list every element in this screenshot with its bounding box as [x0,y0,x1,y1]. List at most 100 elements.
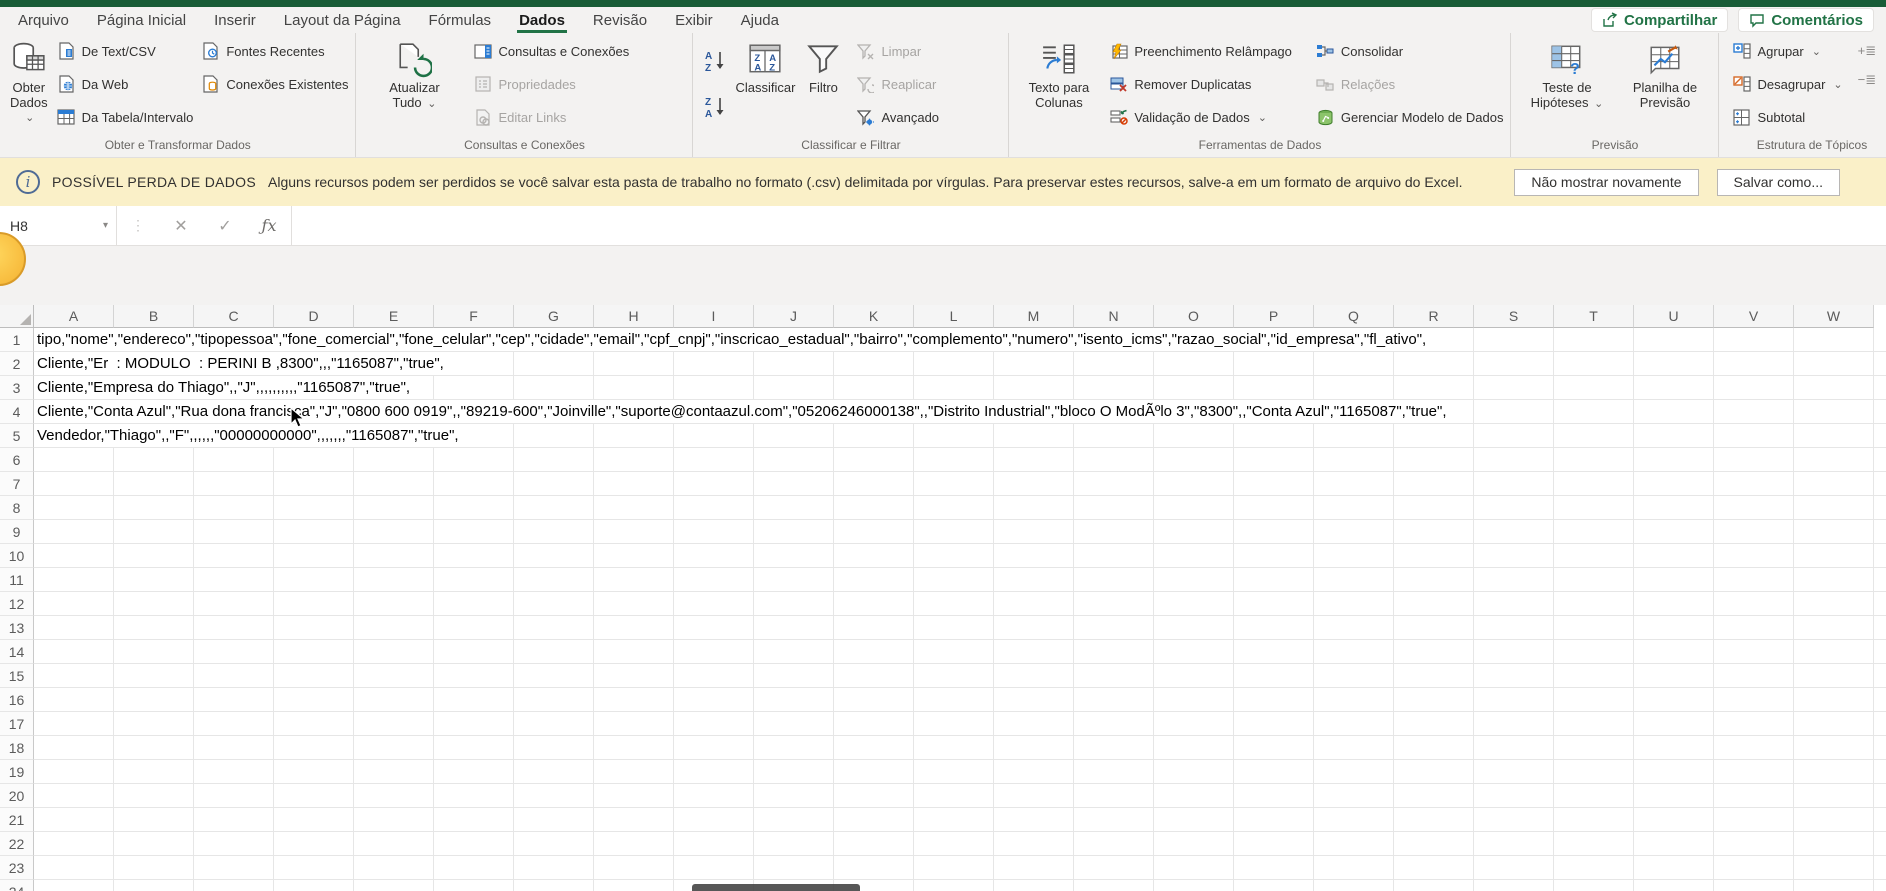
column-header-D[interactable]: D [274,305,354,328]
show-detail-icon[interactable]: +≣ [1858,44,1876,57]
column-header-I[interactable]: I [674,305,754,328]
dismiss-warning-button[interactable]: Não mostrar novamente [1514,168,1699,196]
column-header-K[interactable]: K [834,305,914,328]
row-header-9[interactable]: 9 [0,520,34,544]
column-header-A[interactable]: A [34,305,114,328]
tab-dados[interactable]: Dados [505,7,579,33]
column-header-G[interactable]: G [514,305,594,328]
save-as-button[interactable]: Salvar como... [1716,168,1840,196]
row-header-16[interactable]: 16 [0,688,34,712]
row-cells-22[interactable] [34,832,1886,856]
select-all-corner[interactable] [0,305,34,328]
consolidar-button[interactable]: Consolidar [1313,38,1507,64]
row-cells-17[interactable] [34,712,1886,736]
column-header-Q[interactable]: Q [1314,305,1394,328]
row-header-7[interactable]: 7 [0,472,34,496]
row-cells-20[interactable] [34,784,1886,808]
row-header-11[interactable]: 11 [0,568,34,592]
row-cells-7[interactable] [34,472,1886,496]
row-header-18[interactable]: 18 [0,736,34,760]
sort-az-button[interactable]: AZ [703,46,729,76]
row-cells-24[interactable] [34,880,1886,891]
share-button[interactable]: Compartilhar [1590,8,1729,32]
conexoes-existentes-button[interactable]: Conexões Existentes [198,71,351,97]
teste-hipoteses-button[interactable]: ? Teste de Hipóteses ⌄ [1523,36,1611,110]
row-cells-2[interactable]: Cliente,"Er : MODULO : PERINI B ,8300",,… [34,352,1886,376]
namebox-dropdown-icon[interactable]: ▾ [103,220,116,231]
row-header-20[interactable]: 20 [0,784,34,808]
row-header-2[interactable]: 2 [0,352,34,376]
tab-ajuda[interactable]: Ajuda [727,7,793,33]
tab-revisão[interactable]: Revisão [579,7,661,33]
column-header-M[interactable]: M [994,305,1074,328]
row-cells-23[interactable] [34,856,1886,880]
hide-detail-icon[interactable]: −≣ [1858,73,1876,86]
comments-button[interactable]: Comentários [1738,8,1874,32]
column-header-E[interactable]: E [354,305,434,328]
tab-layout-da-página[interactable]: Layout da Página [270,7,415,33]
column-header-B[interactable]: B [114,305,194,328]
validacao-dados-button[interactable]: Validação de Dados ⌄ [1106,104,1295,130]
insert-function-icon[interactable]: ƒx [247,206,291,245]
row-header-6[interactable]: 6 [0,448,34,472]
column-header-C[interactable]: C [194,305,274,328]
row-cells-19[interactable] [34,760,1886,784]
column-header-N[interactable]: N [1074,305,1154,328]
row-cells-10[interactable] [34,544,1886,568]
da-web-button[interactable]: Da Web [54,71,197,97]
fontes-recentes-button[interactable]: Fontes Recentes [198,38,351,64]
row-cells-14[interactable] [34,640,1886,664]
row-cells-5[interactable]: Vendedor,"Thiago",,"F",,,,,,"00000000000… [34,424,1886,448]
column-header-S[interactable]: S [1474,305,1554,328]
tab-exibir[interactable]: Exibir [661,7,727,33]
row-header-12[interactable]: 12 [0,592,34,616]
row-header-5[interactable]: 5 [0,424,34,448]
row-header-17[interactable]: 17 [0,712,34,736]
row-header-13[interactable]: 13 [0,616,34,640]
row-cells-18[interactable] [34,736,1886,760]
row-cells-15[interactable] [34,664,1886,688]
row-cells-11[interactable] [34,568,1886,592]
row-header-23[interactable]: 23 [0,856,34,880]
gerenciar-modelo-button[interactable]: Gerenciar Modelo de Dados [1313,104,1507,130]
row-header-19[interactable]: 19 [0,760,34,784]
row-header-24[interactable]: 24 [0,880,34,891]
column-header-W[interactable]: W [1794,305,1874,328]
row-cells-13[interactable] [34,616,1886,640]
row-header-1[interactable]: 1 [0,328,34,352]
row-header-21[interactable]: 21 [0,808,34,832]
column-header-F[interactable]: F [434,305,514,328]
row-cells-8[interactable] [34,496,1886,520]
row-header-10[interactable]: 10 [0,544,34,568]
row-cells-9[interactable] [34,520,1886,544]
texto-para-colunas-button[interactable]: Texto para Colunas [1021,36,1096,110]
consultas-conexoes-button[interactable]: Consultas e Conexões [470,38,632,64]
row-cells-6[interactable] [34,448,1886,472]
classificar-button[interactable]: Z A A Z Classificar [731,36,799,96]
preenchimento-relampago-button[interactable]: Preenchimento Relâmpago [1106,38,1295,64]
row-cells-4[interactable]: Cliente,"Conta Azul","Rua dona francisca… [34,400,1886,424]
da-tabela-button[interactable]: Da Tabela/Intervalo [54,104,197,130]
row-header-4[interactable]: 4 [0,400,34,424]
subtotal-button[interactable]: Subtotal [1729,104,1845,130]
formula-input[interactable] [291,206,1886,245]
column-header-L[interactable]: L [914,305,994,328]
row-header-8[interactable]: 8 [0,496,34,520]
filtro-button[interactable]: Filtro [801,36,845,96]
avancado-button[interactable]: Avançado [853,104,942,130]
row-header-3[interactable]: 3 [0,376,34,400]
remover-duplicatas-button[interactable]: Remover Duplicatas [1106,71,1295,97]
tab-fórmulas[interactable]: Fórmulas [415,7,506,33]
row-header-22[interactable]: 22 [0,832,34,856]
tab-inserir[interactable]: Inserir [200,7,270,33]
tab-página-inicial[interactable]: Página Inicial [83,7,200,33]
planilha-previsao-button[interactable]: Planilha de Previsão [1621,36,1709,110]
row-cells-16[interactable] [34,688,1886,712]
row-cells-21[interactable] [34,808,1886,832]
sort-za-button[interactable]: ZA [703,92,729,122]
row-cells-3[interactable]: Cliente,"Empresa do Thiago",,"J",,,,,,,,… [34,376,1886,400]
column-header-J[interactable]: J [754,305,834,328]
column-header-V[interactable]: V [1714,305,1794,328]
column-header-P[interactable]: P [1234,305,1314,328]
column-header-O[interactable]: O [1154,305,1234,328]
